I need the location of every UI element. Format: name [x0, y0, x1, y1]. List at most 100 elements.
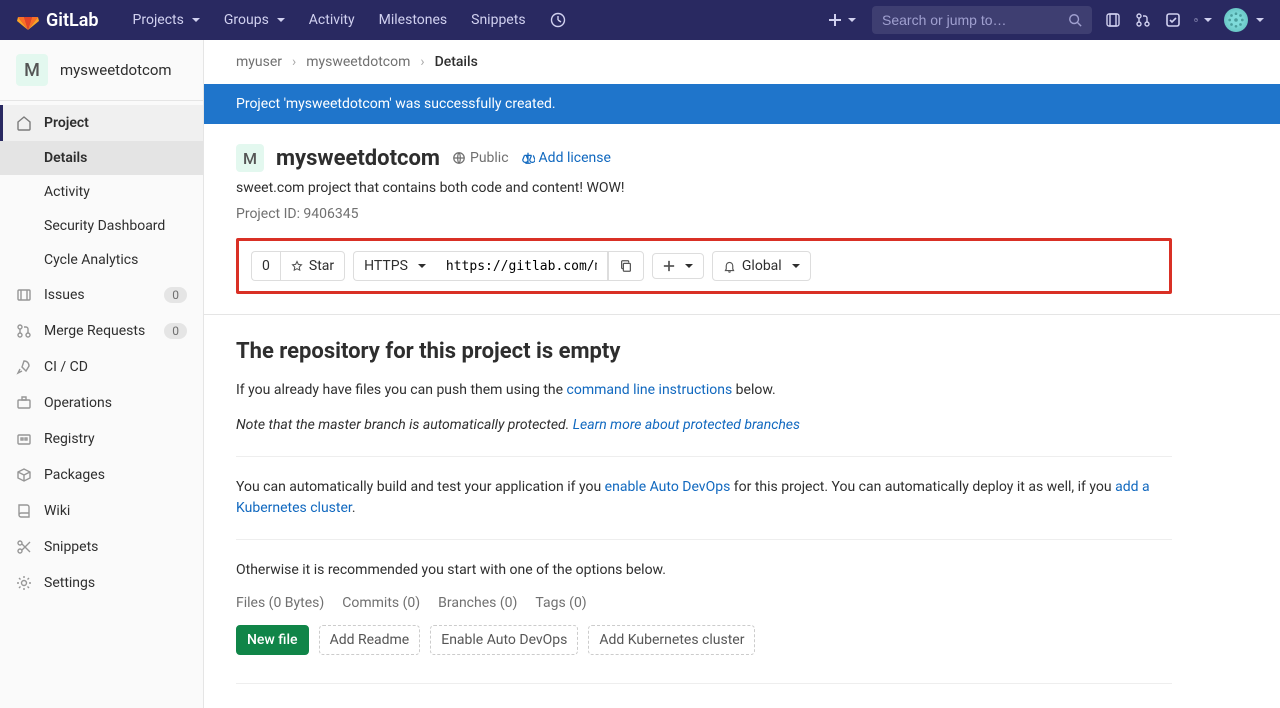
sidebar: M mysweetdotcom Project Details Activity…: [0, 40, 204, 708]
clone-url-input[interactable]: [436, 251, 608, 281]
user-menu[interactable]: [1224, 8, 1264, 32]
nav-links: Projects Groups Activity Milestones Snip…: [123, 6, 576, 34]
avatar: [1224, 8, 1248, 32]
top-navbar: GitLab Projects Groups Activity Mileston…: [0, 0, 1280, 40]
project-avatar-header: M: [236, 144, 264, 172]
clone-toolbar: 0 Star HTTPS: [236, 238, 1172, 294]
sidebar-project-name: mysweetdotcom: [60, 61, 172, 79]
sidebar-item-wiki[interactable]: Wiki: [0, 493, 203, 529]
sidebar-item-merge-requests[interactable]: Merge Requests 0: [0, 313, 203, 349]
sidebar-item-details[interactable]: Details: [0, 141, 203, 175]
issues-count-badge: 0: [164, 287, 187, 303]
nav-milestones[interactable]: Milestones: [369, 6, 458, 34]
stat-files[interactable]: Files (0 Bytes): [236, 595, 324, 611]
globe-icon: [452, 151, 466, 165]
otherwise-note: Otherwise it is recommended you start wi…: [236, 560, 1172, 581]
nav-activity[interactable]: Activity: [299, 6, 365, 34]
protected-branches-link[interactable]: Learn more about protected branches: [573, 417, 800, 433]
search-input[interactable]: [882, 12, 1068, 28]
rocket-icon: [16, 359, 32, 375]
sidebar-item-snippets[interactable]: Snippets: [0, 529, 203, 565]
content-area: myuser › mysweetdotcom › Details Project…: [204, 40, 1280, 708]
project-title: mysweetdotcom: [276, 146, 440, 171]
sidebar-project-header[interactable]: M mysweetdotcom: [0, 40, 203, 101]
star-count[interactable]: 0: [251, 251, 280, 281]
nav-dashboard-icon[interactable]: [540, 6, 576, 34]
navbar-left: GitLab Projects Groups Activity Mileston…: [16, 6, 576, 34]
brand-name: GitLab: [46, 10, 99, 31]
operations-icon: [16, 395, 32, 411]
packages-icon: [16, 467, 32, 483]
copy-url-button[interactable]: [608, 251, 644, 281]
merge-icon: [16, 323, 32, 339]
gitlab-icon: [16, 8, 40, 32]
breadcrumb-current: Details: [435, 54, 478, 70]
registry-icon: [16, 431, 32, 447]
issues-icon: [16, 287, 32, 303]
add-readme-button[interactable]: Add Readme: [319, 625, 421, 655]
search-icon: [1068, 13, 1082, 27]
scissors-icon: [16, 539, 32, 555]
new-file-button[interactable]: New file: [236, 625, 309, 655]
sidebar-item-security[interactable]: Security Dashboard: [0, 209, 203, 243]
project-description: sweet.com project that contains both cod…: [236, 180, 1172, 196]
sidebar-item-cycle[interactable]: Cycle Analytics: [0, 243, 203, 277]
gitlab-logo[interactable]: GitLab: [16, 8, 99, 32]
help-icon[interactable]: [1194, 11, 1212, 29]
plus-icon: [828, 13, 842, 27]
stat-commits[interactable]: Commits (0): [342, 595, 420, 611]
enable-devops-link[interactable]: enable Auto DevOps: [605, 479, 731, 495]
sidebar-item-operations[interactable]: Operations: [0, 385, 203, 421]
empty-repo-push-instructions: If you already have files you can push t…: [236, 380, 1172, 401]
nav-groups[interactable]: Groups: [214, 6, 295, 34]
project-id: Project ID: 9406345: [236, 206, 1172, 222]
merge-requests-shortcut-icon[interactable]: [1134, 11, 1152, 29]
add-dropdown[interactable]: [652, 253, 704, 279]
add-license-link[interactable]: Add license: [521, 150, 611, 166]
star-button[interactable]: Star: [280, 251, 345, 281]
breadcrumb-user[interactable]: myuser: [236, 54, 282, 70]
flash-success: Project 'mysweetdotcom' was successfully…: [204, 84, 1280, 124]
notifications-dropdown[interactable]: Global: [712, 251, 811, 281]
protected-branch-note: Note that the master branch is automatic…: [236, 415, 1172, 436]
todos-icon[interactable]: [1164, 11, 1182, 29]
enable-devops-button[interactable]: Enable Auto DevOps: [430, 625, 578, 655]
sidebar-item-cicd[interactable]: CI / CD: [0, 349, 203, 385]
star-icon: [291, 260, 303, 272]
sidebar-item-packages[interactable]: Packages: [0, 457, 203, 493]
sidebar-item-settings[interactable]: Settings: [0, 565, 203, 601]
empty-repo-heading: The repository for this project is empty: [236, 339, 1172, 364]
sidebar-item-registry[interactable]: Registry: [0, 421, 203, 457]
stat-branches[interactable]: Branches (0): [438, 595, 517, 611]
sidebar-item-project[interactable]: Project: [0, 105, 203, 141]
add-k8s-button[interactable]: Add Kubernetes cluster: [588, 625, 755, 655]
sidebar-item-issues[interactable]: Issues 0: [0, 277, 203, 313]
breadcrumb: myuser › mysweetdotcom › Details: [204, 40, 1280, 84]
chevron-right-icon: ›: [292, 54, 296, 70]
sidebar-item-activity[interactable]: Activity: [0, 175, 203, 209]
plus-icon: [663, 260, 675, 272]
chevron-right-icon: ›: [420, 54, 424, 70]
visibility-label: Public: [452, 150, 509, 166]
bell-icon: [723, 260, 736, 273]
quick-actions: New file Add Readme Enable Auto DevOps A…: [236, 625, 1172, 655]
protocol-dropdown[interactable]: HTTPS: [353, 251, 436, 281]
auto-devops-note: You can automatically build and test you…: [236, 477, 1172, 519]
new-dropdown[interactable]: [824, 9, 860, 31]
stat-tags[interactable]: Tags (0): [535, 595, 586, 611]
breadcrumb-project[interactable]: mysweetdotcom: [306, 54, 410, 70]
project-stats: Files (0 Bytes) Commits (0) Branches (0)…: [236, 595, 1172, 611]
cli-instructions-link[interactable]: command line instructions: [567, 382, 733, 398]
license-icon: [521, 151, 535, 165]
nav-projects[interactable]: Projects: [123, 6, 210, 34]
nav-snippets[interactable]: Snippets: [461, 6, 535, 34]
gear-icon: [16, 575, 32, 591]
home-icon: [16, 115, 32, 131]
copy-icon: [619, 259, 633, 273]
issues-shortcut-icon[interactable]: [1104, 11, 1122, 29]
navbar-right: [824, 6, 1264, 34]
mrs-count-badge: 0: [164, 323, 187, 339]
project-avatar: M: [16, 54, 48, 86]
book-icon: [16, 503, 32, 519]
search-box[interactable]: [872, 6, 1092, 34]
